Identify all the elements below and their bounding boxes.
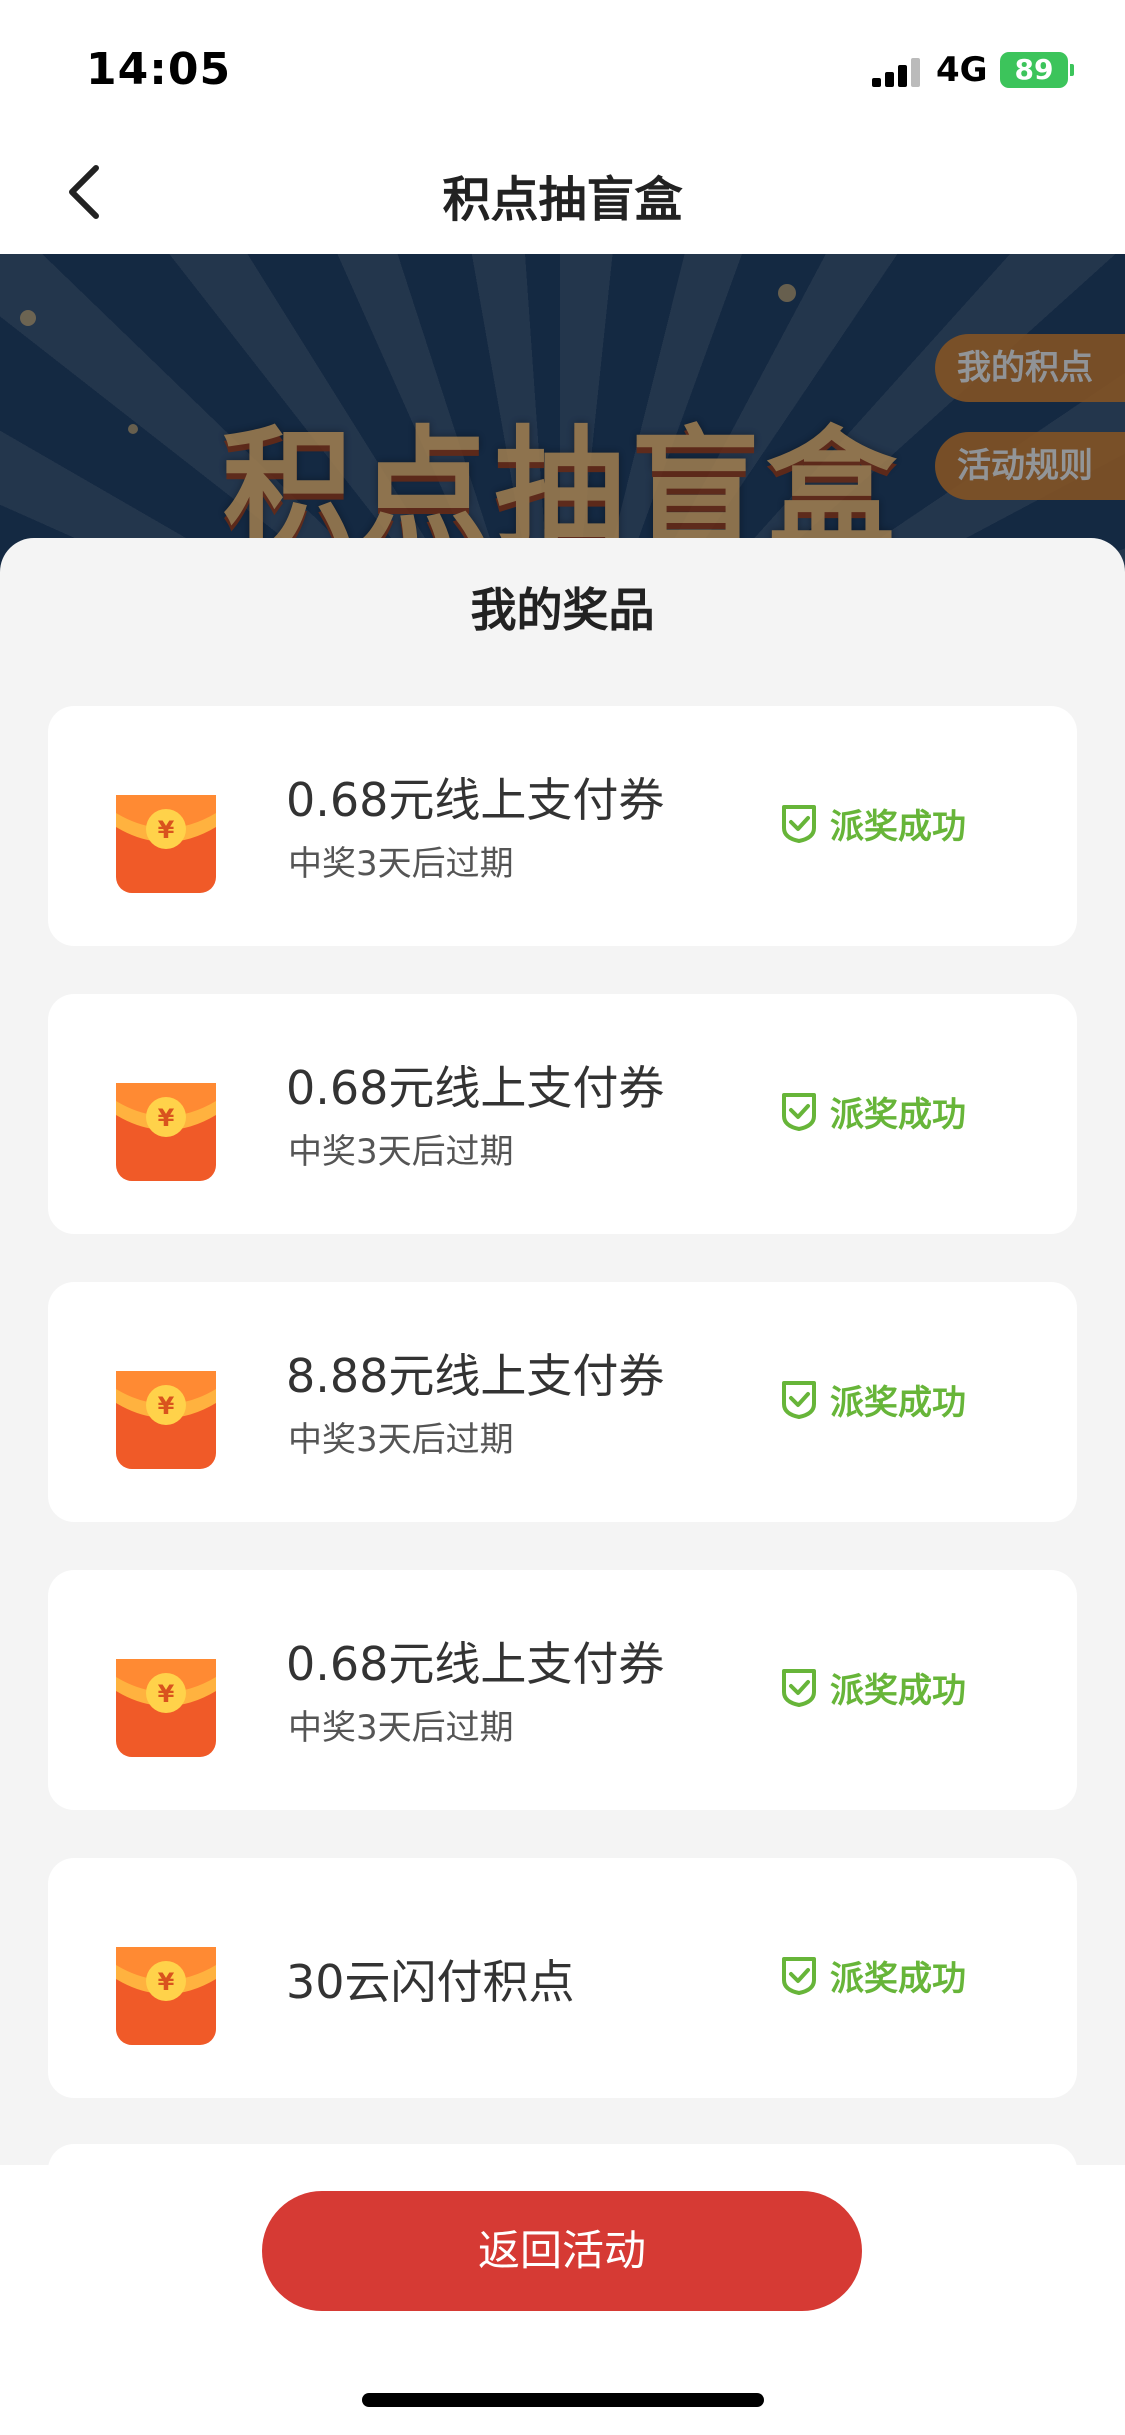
prize-name: 30云闪付积点 [286,1955,575,2009]
shield-check-icon [782,1669,816,1707]
shield-check-icon [782,805,816,843]
prize-card: ¥ 0.68元线上支付券 中奖3天后过期 派奖成功 [48,706,1077,946]
svg-text:¥: ¥ [158,1680,175,1708]
sheet-title: 我的奖品 [470,583,655,637]
red-envelope-icon: ¥ [116,1659,216,1757]
prize-status: 派奖成功 [778,1086,966,1136]
prize-status: 派奖成功 [778,798,966,848]
svg-text:¥: ¥ [158,1104,175,1132]
modal-backdrop[interactable] [0,254,1125,574]
status-bar: 14:05 4G 89 [0,0,1125,130]
prize-status-label: 派奖成功 [830,806,966,847]
home-indicator[interactable] [362,2393,764,2407]
return-to-activity-button[interactable]: 返回活动 [262,2191,862,2311]
prize-name: 0.68元线上支付券 [286,1061,665,1115]
prize-status-label: 派奖成功 [830,1094,966,1135]
prize-card: ¥ 30云闪付积点 派奖成功 [48,1858,1077,2098]
red-envelope-icon: ¥ [116,1947,216,2045]
prize-status: 派奖成功 [778,1374,966,1424]
svg-text:¥: ¥ [158,1392,175,1420]
my-prizes-sheet: 我的奖品 ¥ 0.68元线上支付券 中奖3天后过期 派奖成功 ¥ 0.68元线上… [0,538,1125,2435]
shield-check-icon [782,1381,816,1419]
prize-card: ¥ 0.68元线上支付券 中奖3天后过期 派奖成功 [48,1570,1077,1810]
prize-status-label: 派奖成功 [830,1382,966,1423]
prize-status: 派奖成功 [778,1662,966,1712]
prize-status-label: 派奖成功 [830,1670,966,1711]
svg-text:¥: ¥ [158,1968,175,1996]
status-time: 14:05 [86,44,232,95]
shield-check-icon [782,1957,816,1995]
network-type: 4G [936,50,988,90]
prize-status: 派奖成功 [778,1950,966,2000]
red-envelope-icon: ¥ [116,1371,216,1469]
page-title: 积点抽盲盒 [442,172,683,228]
prize-card: ¥ 8.88元线上支付券 中奖3天后过期 派奖成功 [48,1282,1077,1522]
red-envelope-icon: ¥ [116,795,216,893]
battery-icon: 89 [1000,52,1074,88]
prize-expiry: 中奖3天后过期 [288,1420,514,1460]
prize-name: 0.68元线上支付券 [286,773,665,827]
prize-name: 8.88元线上支付券 [286,1349,665,1403]
prize-card: ¥ 0.68元线上支付券 中奖3天后过期 派奖成功 [48,994,1077,1234]
prize-expiry: 中奖3天后过期 [288,1708,514,1748]
shield-check-icon [782,1093,816,1131]
prize-expiry: 中奖3天后过期 [288,1132,514,1172]
prize-expiry: 中奖3天后过期 [288,844,514,884]
prize-status-label: 派奖成功 [830,1958,966,1999]
svg-text:¥: ¥ [158,816,175,844]
red-envelope-icon: ¥ [116,1083,216,1181]
nav-bar: 积点抽盲盒 [0,130,1125,254]
bottom-bar: 返回活动 [0,2165,1125,2435]
prize-name: 0.68元线上支付券 [286,1637,665,1691]
cellular-signal-icon [872,58,920,87]
